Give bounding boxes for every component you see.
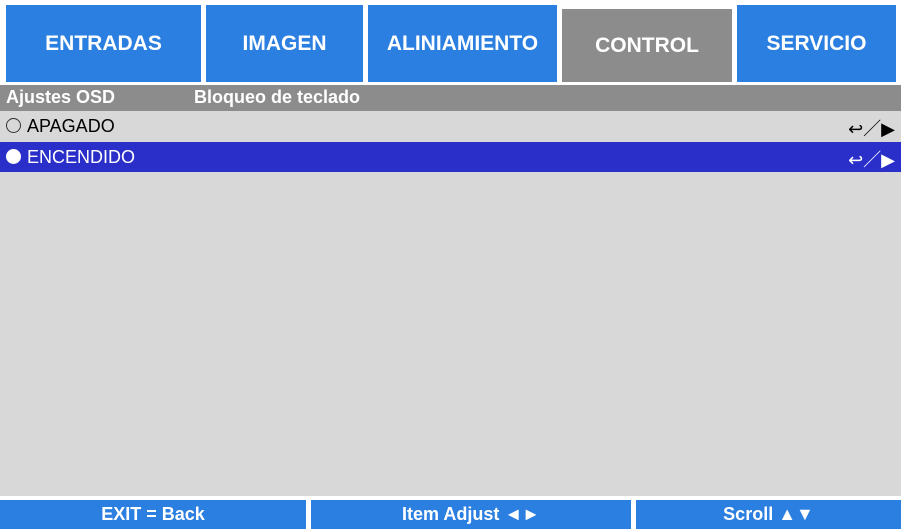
breadcrumb: Ajustes OSD Bloqueo de teclado [0,85,901,111]
footer-bar: EXIT = Back Item Adjust ◄► Scroll ▲▼ [0,500,901,529]
item-adjust-hint[interactable]: Item Adjust ◄► [311,500,631,529]
tab-control[interactable]: CONTROL [562,9,732,82]
tab-entradas[interactable]: ENTRADAS [6,5,201,82]
radio-selected-icon[interactable] [6,149,21,164]
option-label: APAGADO [27,116,115,136]
enter-arrow-hint: ↩／▶ [848,150,895,170]
options-panel: APAGADO ↩／▶ ENCENDIDO ↩／▶ [0,111,901,496]
option-label: ENCENDIDO [27,147,136,167]
tab-servicio[interactable]: SERVICIO [737,5,896,82]
tab-aliniamiento[interactable]: ALINIAMIENTO [368,5,557,82]
enter-arrow-hint: ↩／▶ [848,119,895,139]
option-encendido[interactable]: ENCENDIDO ↩／▶ [0,142,901,172]
page-title: Bloqueo de teclado [194,87,361,107]
tab-imagen[interactable]: IMAGEN [206,5,363,82]
menu-tab-bar: ENTRADAS IMAGEN ALINIAMIENTO CONTROL SER… [0,0,901,82]
breadcrumb-section: Ajustes OSD [6,87,116,107]
radio-unselected-icon[interactable] [6,118,21,133]
scroll-hint[interactable]: Scroll ▲▼ [636,500,901,529]
option-apagado[interactable]: APAGADO ↩／▶ [0,111,901,141]
exit-back-hint[interactable]: EXIT = Back [0,500,306,529]
